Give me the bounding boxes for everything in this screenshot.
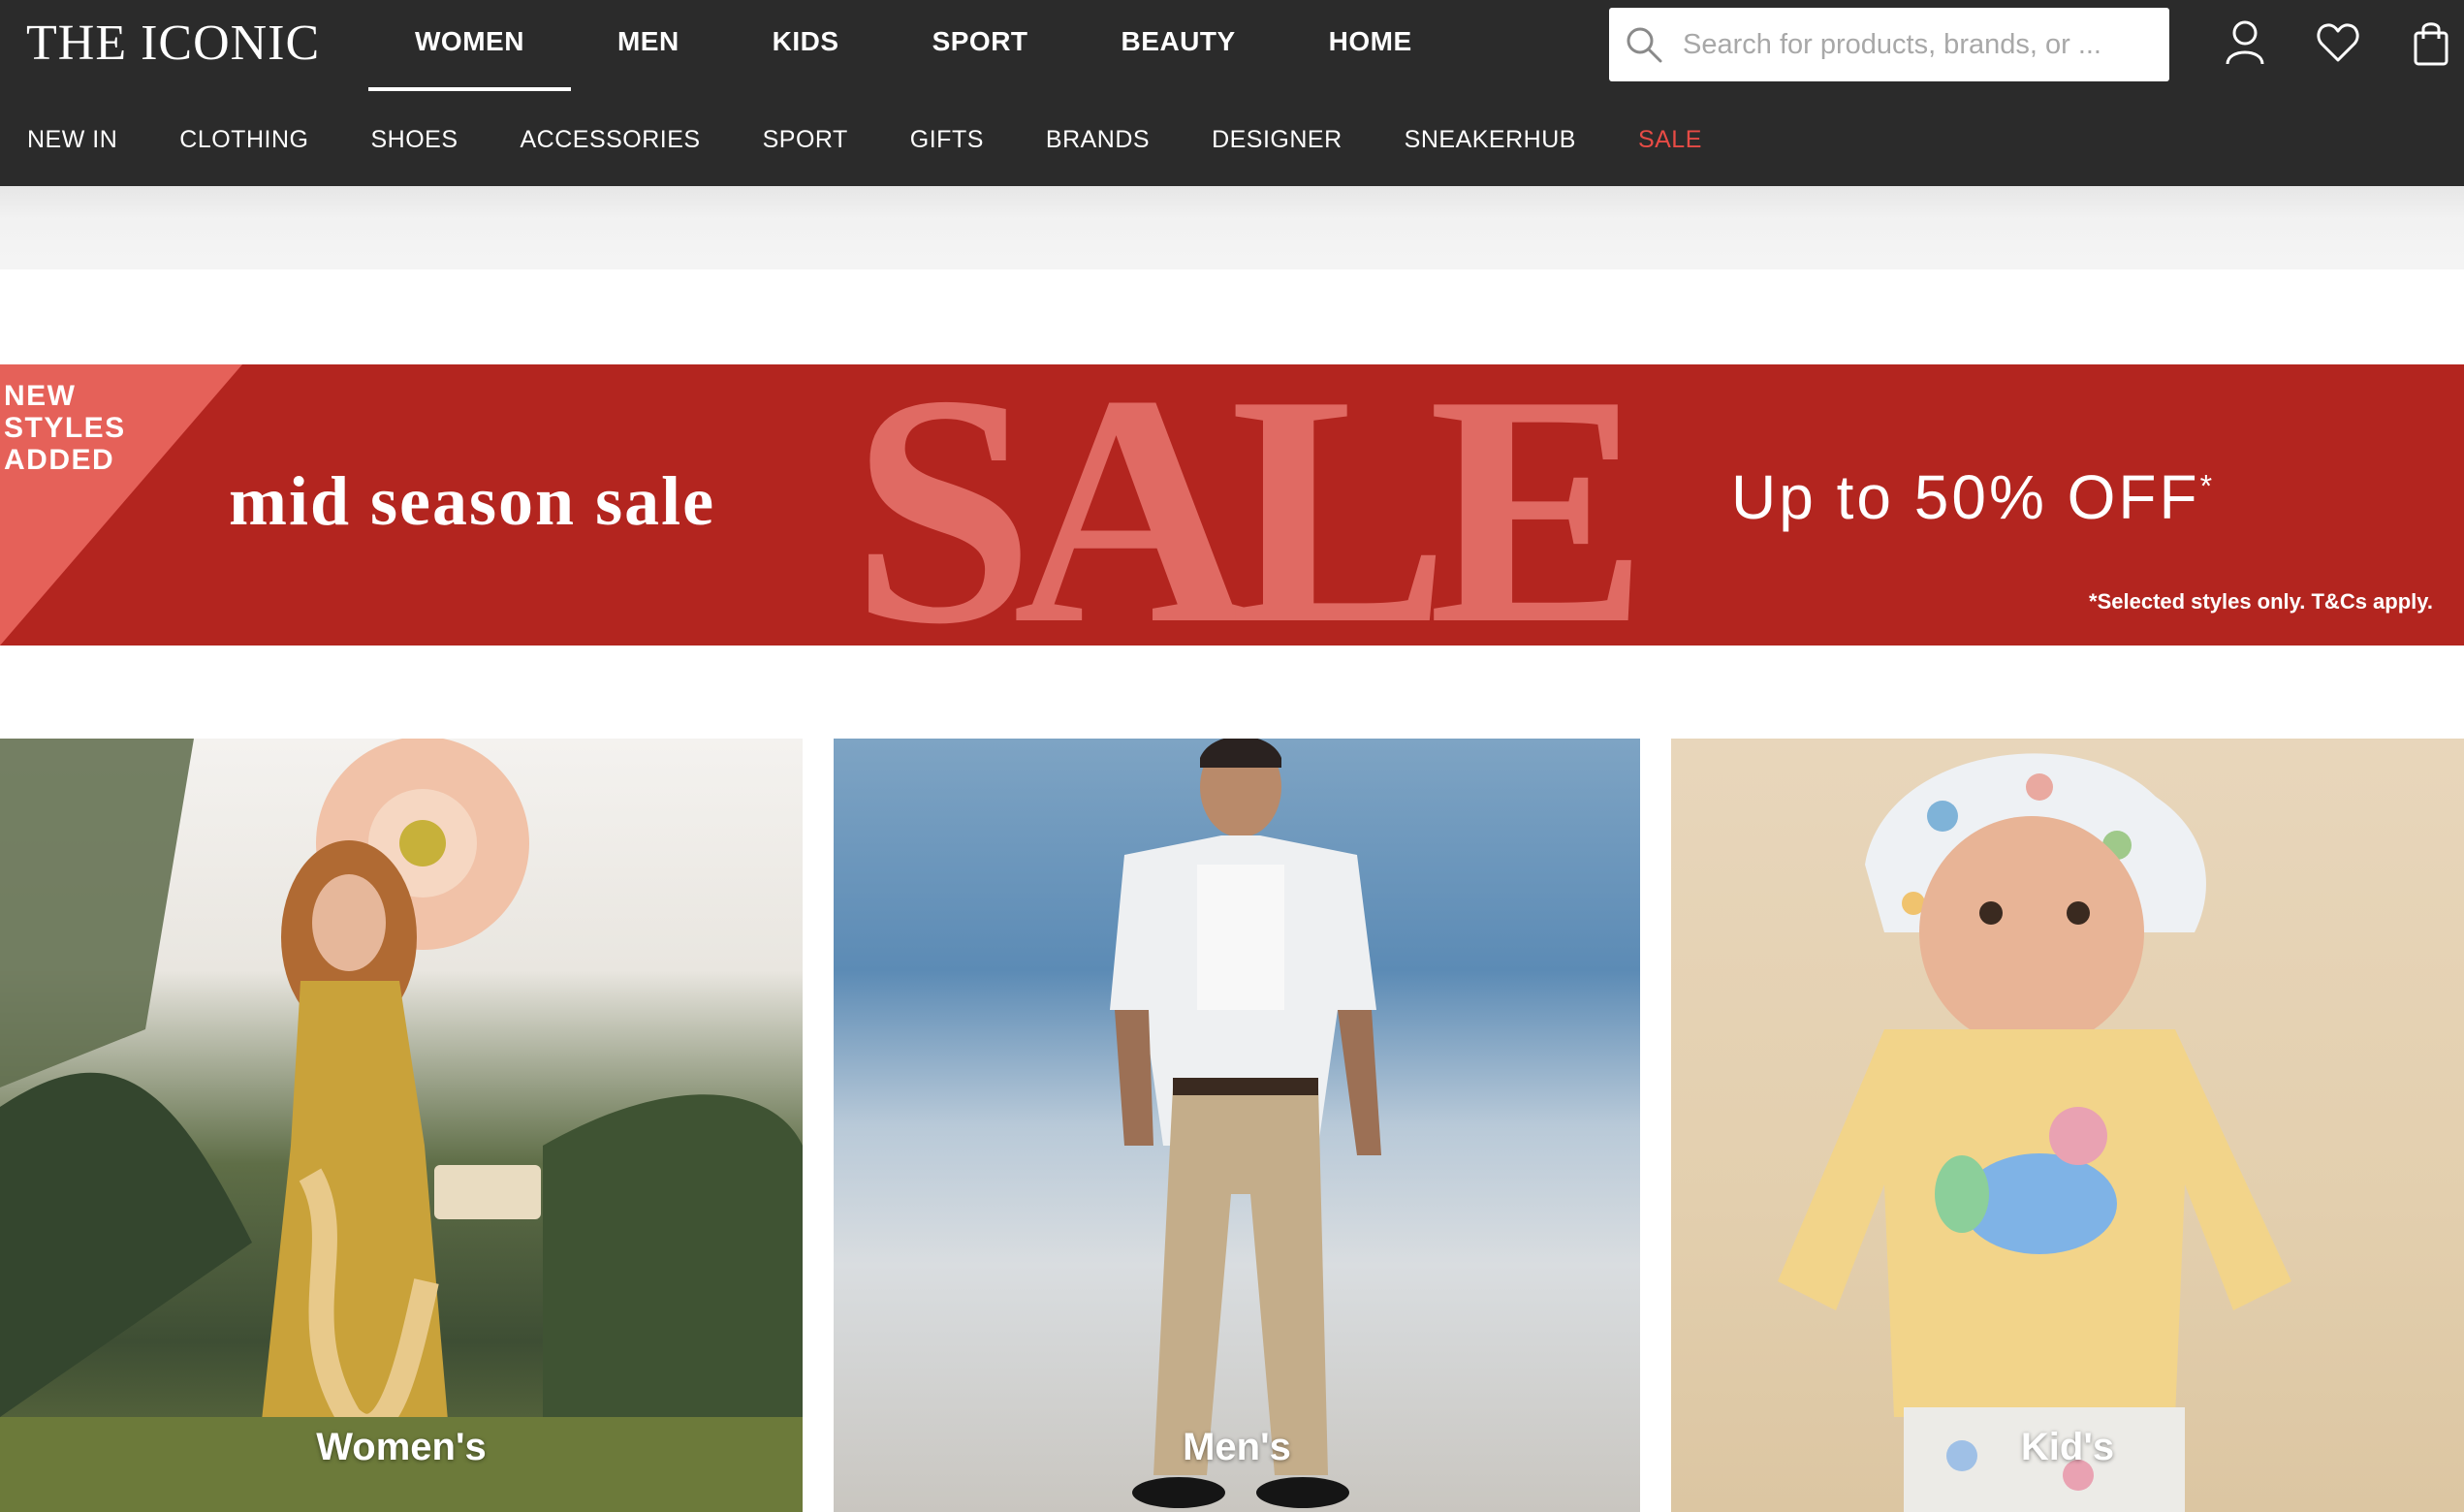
womens-model-image [0, 739, 803, 1512]
banner-title: mid season sale [229, 462, 716, 540]
tab-beauty[interactable]: BEAUTY [1075, 0, 1282, 93]
banner-terms: *Selected styles only. T&Cs apply. [2089, 589, 2433, 614]
search-bar[interactable] [1609, 8, 2169, 81]
sale-banner[interactable]: NEW STYLES ADDED SALE mid season sale Up… [0, 364, 2464, 646]
wishlist-heart-icon[interactable] [2313, 17, 2363, 68]
tab-kids[interactable]: KIDS [726, 0, 886, 93]
search-input[interactable] [1681, 27, 2136, 62]
nav-sale[interactable]: SALE [1638, 93, 1702, 186]
tab-sport[interactable]: SPORT [886, 0, 1075, 93]
nav-clothing[interactable]: CLOTHING [179, 93, 308, 186]
tile-womens[interactable]: Women's [0, 739, 803, 1512]
banner-offer: Up to 50% OFF* [1731, 462, 2216, 532]
tab-home[interactable]: HOME [1282, 0, 1459, 93]
tile-label-womens: Women's [316, 1426, 487, 1468]
banner-sale-word: SALE [851, 364, 1648, 646]
nav-sneakerhub[interactable]: SNEAKERHUB [1405, 93, 1576, 186]
tab-men[interactable]: MEN [571, 0, 726, 93]
search-icon[interactable] [1625, 25, 1663, 64]
account-icon[interactable] [2220, 17, 2270, 68]
banner-flag: NEW STYLES ADDED [4, 380, 126, 476]
site-logo[interactable]: THE ICONIC [26, 10, 320, 78]
department-nav: WOMEN MEN KIDS SPORT BEAUTY HOME [368, 0, 1459, 93]
site-header: THE ICONIC WOMEN MEN KIDS SPORT BEAUTY H… [0, 0, 2464, 186]
nav-brands[interactable]: BRANDS [1046, 93, 1150, 186]
tab-women[interactable]: WOMEN [368, 0, 571, 93]
mens-model-image [1110, 739, 1381, 1508]
nav-designer[interactable]: DESIGNER [1212, 93, 1343, 186]
tile-label-kids: Kid's [2020, 1426, 2115, 1468]
shopping-bag-icon[interactable] [2406, 17, 2456, 68]
category-nav: NEW IN CLOTHING SHOES ACCESSORIES SPORT … [0, 93, 1764, 186]
tile-label-mens: Men's [1183, 1426, 1291, 1468]
nav-new-in[interactable]: NEW IN [27, 93, 117, 186]
nav-gifts[interactable]: GIFTS [910, 93, 984, 186]
nav-accessories[interactable]: ACCESSORIES [521, 93, 701, 186]
kids-model-image [1778, 753, 2291, 1512]
tile-kids[interactable]: Kid's [1671, 739, 2464, 1512]
nav-shoes[interactable]: SHOES [370, 93, 458, 186]
promo-strip [0, 186, 2464, 269]
nav-sport[interactable]: SPORT [763, 93, 848, 186]
tile-mens[interactable]: Men's [834, 739, 1640, 1512]
